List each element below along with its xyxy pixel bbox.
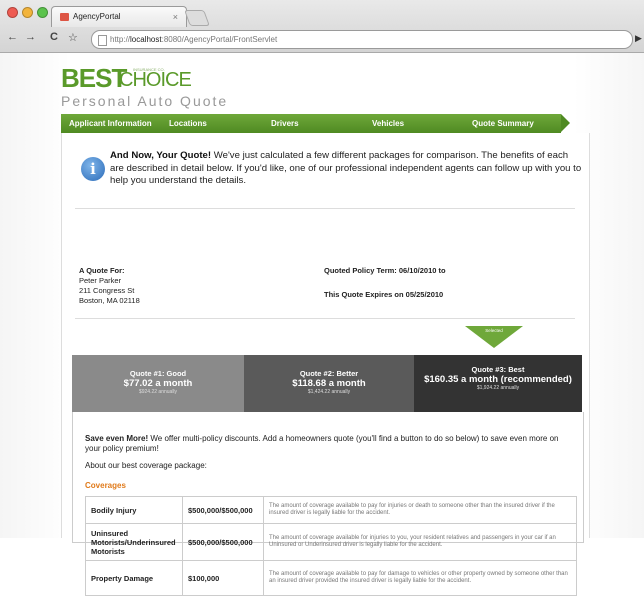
logo-best: BEST	[61, 63, 127, 93]
address-bar[interactable]: http://localhost:8080/AgencyPortal/Front…	[91, 30, 633, 49]
coverages-heading: Coverages	[85, 481, 126, 490]
page: BEST INSURANCE CO. CHOICE Personal Auto …	[0, 53, 644, 596]
coverage-description: The amount of coverage available for inj…	[263, 523, 577, 561]
info-icon: i	[81, 157, 105, 181]
logo-choice: CHOICE	[119, 69, 192, 91]
close-window-button[interactable]	[7, 7, 18, 18]
reload-icon[interactable]: C	[50, 31, 58, 43]
quote-title: Quote #1: Good	[129, 369, 187, 378]
url-text: http://localhost:8080/AgencyPortal/Front…	[110, 35, 278, 44]
policy-term: Quoted Policy Term: 06/10/2010 to	[324, 266, 446, 275]
divider	[75, 208, 575, 209]
page-subtitle: Personal Auto Quote	[61, 93, 229, 109]
quote-tab-good[interactable]: Quote #1: Good $77.02 a month $924.22 an…	[72, 355, 244, 412]
window-controls	[7, 7, 48, 18]
favicon-icon	[60, 13, 69, 21]
browser-tab[interactable]: AgencyPortal ×	[51, 6, 187, 27]
coverage-amount: $500,000/$500,000	[182, 496, 264, 524]
intro-message: And Now, Your Quote! We've just calculat…	[110, 150, 582, 186]
forward-arrow-icon[interactable]: →	[25, 31, 36, 43]
coverage-name: Property Damage	[85, 560, 183, 596]
save-more-message: Save even More! We offer multi-policy di…	[85, 434, 559, 453]
recipient-city: Boston, MA 02118	[79, 296, 140, 305]
browser-toolbar: ← → C ☆ http://localhost:8080/AgencyPort…	[0, 27, 644, 51]
coverage-amount: $500,000/$500,000	[182, 523, 264, 561]
selected-label: Selected	[485, 328, 503, 333]
quote-price: $160.35 a month (recommended)	[424, 374, 572, 385]
quote-title: Quote #3: Best	[471, 365, 525, 374]
divider	[75, 318, 575, 319]
quote-for-label: A Quote For:	[79, 266, 125, 275]
tab-close-icon[interactable]: ×	[173, 7, 178, 27]
tab-title: AgencyPortal	[73, 12, 121, 21]
browser-chrome: AgencyPortal × ← → C ☆ http://localhost:…	[0, 0, 644, 53]
coverage-name: Bodily Injury	[85, 496, 183, 524]
quote-recipient: A Quote For: Peter Parker 211 Congress S…	[79, 266, 140, 306]
page-icon	[98, 35, 107, 46]
nav-quote-summary[interactable]: Quote Summary	[472, 114, 534, 133]
coverage-name: Uninsured Motorists/Underinsured Motoris…	[85, 523, 183, 561]
table-row: Bodily Injury $500,000/$500,000 The amou…	[85, 496, 577, 524]
nav-applicant-information[interactable]: Applicant Information	[69, 114, 152, 133]
main-content: i And Now, Your Quote! We've just calcul…	[61, 133, 590, 596]
zoom-window-button[interactable]	[37, 7, 48, 18]
nav-vehicles[interactable]: Vehicles	[372, 114, 404, 133]
coverage-description: The amount of coverage available to pay …	[263, 496, 577, 524]
coverage-description: The amount of coverage available to pay …	[263, 560, 577, 596]
nav-drivers[interactable]: Drivers	[271, 114, 299, 133]
quote-title: Quote #2: Better	[299, 369, 359, 378]
coverage-amount: $100,000	[182, 560, 264, 596]
table-row: Uninsured Motorists/Underinsured Motoris…	[85, 523, 577, 561]
new-tab-button[interactable]	[184, 10, 210, 26]
quote-annual: $1,424.22 annually	[307, 389, 351, 395]
nav-locations[interactable]: Locations	[169, 114, 207, 133]
recipient-street: 211 Congress St	[79, 286, 135, 295]
quote-price: $77.02 a month	[123, 378, 193, 389]
quote-annual: $1,924.22 annually	[476, 385, 520, 391]
back-arrow-icon[interactable]: ←	[7, 31, 18, 43]
wizard-nav: Applicant Information Locations Drivers …	[61, 114, 570, 133]
quote-tab-best[interactable]: Quote #3: Best $160.35 a month (recommen…	[414, 355, 582, 412]
quote-tabs: Quote #1: Good $77.02 a month $924.22 an…	[72, 355, 582, 412]
quote-expiry: This Quote Expires on 05/25/2010	[324, 290, 444, 299]
quote-tab-better[interactable]: Quote #2: Better $118.68 a month $1,424.…	[244, 355, 414, 412]
coverages-table: Bodily Injury $500,000/$500,000 The amou…	[85, 496, 577, 596]
page-menu-icon[interactable]: ▶	[635, 33, 642, 44]
quote-price: $118.68 a month	[292, 378, 366, 389]
table-row: Property Damage $100,000 The amount of c…	[85, 560, 577, 596]
minimize-window-button[interactable]	[22, 7, 33, 18]
about-package: About our best coverage package:	[85, 461, 207, 470]
quote-details: Save even More! We offer multi-policy di…	[72, 412, 584, 596]
bookmark-star-icon[interactable]: ☆	[68, 31, 78, 44]
quote-annual: $924.22 annually	[138, 389, 178, 395]
recipient-name: Peter Parker	[79, 276, 122, 285]
